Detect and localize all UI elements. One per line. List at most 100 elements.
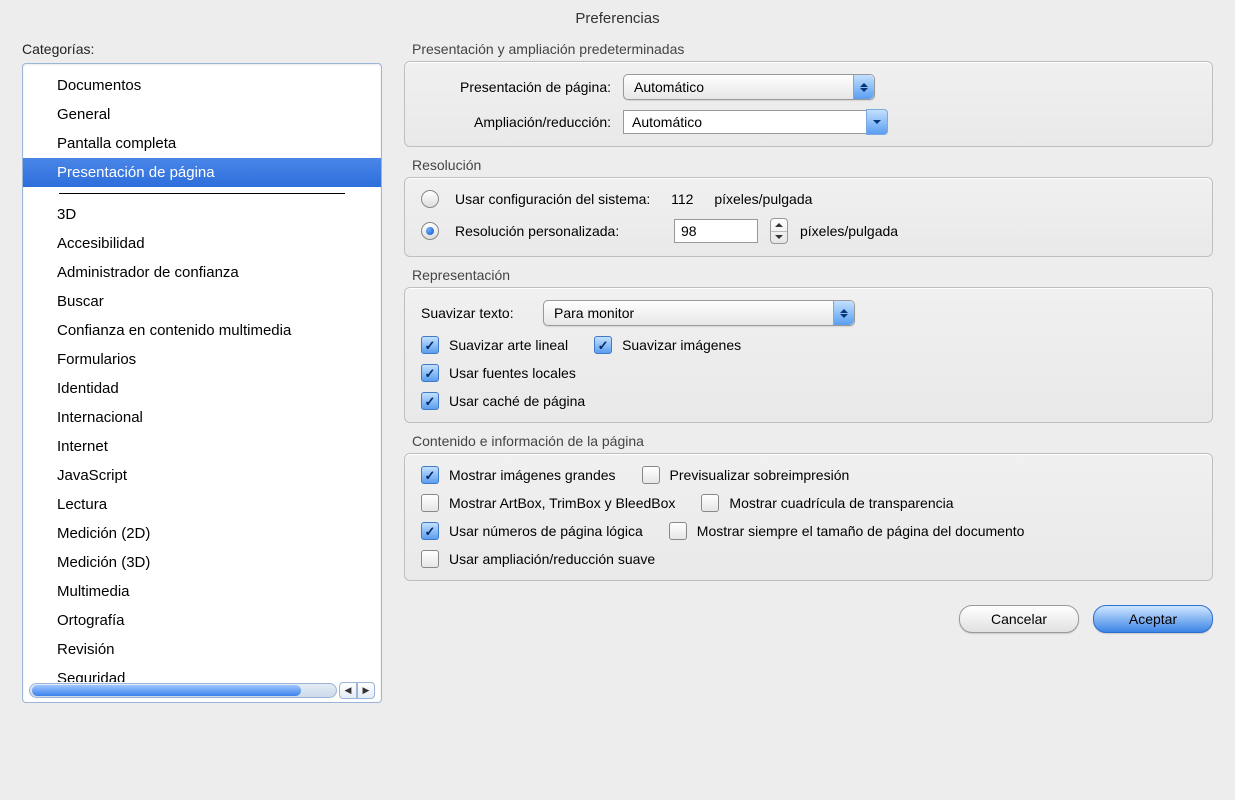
system-resolution-radio[interactable]	[421, 190, 439, 208]
overprint-label: Previsualizar sobreimpresión	[670, 467, 850, 483]
category-item[interactable]: Buscar	[23, 287, 381, 316]
large-images-label: Mostrar imágenes grandes	[449, 467, 616, 483]
page-cache-label: Usar caché de página	[449, 393, 585, 409]
chevron-down-icon	[866, 109, 888, 135]
smooth-text-popup[interactable]: Para monitor	[543, 300, 855, 326]
ok-button[interactable]: Aceptar	[1093, 605, 1213, 633]
page-layout-label: Presentación de página:	[421, 79, 611, 95]
default-layout-title: Presentación y ampliación predeterminada…	[412, 41, 1213, 57]
page-cache-option[interactable]: Usar caché de página	[421, 392, 585, 410]
rendering-group: Suavizar texto: Para monitor Suavizar ar…	[404, 287, 1213, 423]
category-separator	[59, 193, 345, 194]
categories-label: Categorías:	[22, 41, 382, 57]
smooth-zoom-label: Usar ampliación/reducción suave	[449, 551, 655, 567]
custom-resolution-label: Resolución personalizada:	[455, 223, 662, 239]
dialog-footer: Cancelar Aceptar	[404, 591, 1213, 633]
smooth-lineart-checkbox[interactable]	[421, 336, 439, 354]
overprint-checkbox[interactable]	[642, 466, 660, 484]
category-item[interactable]: 3D	[23, 200, 381, 229]
scrollbar-thumb[interactable]	[32, 685, 301, 696]
zoom-combo[interactable]	[623, 110, 888, 134]
categories-listbox[interactable]: DocumentosGeneralPantalla completaPresen…	[22, 63, 382, 703]
category-item[interactable]: Medición (3D)	[23, 548, 381, 577]
smooth-zoom-checkbox[interactable]	[421, 550, 439, 568]
smooth-zoom-option[interactable]: Usar ampliación/reducción suave	[421, 550, 655, 568]
custom-resolution-radio[interactable]	[421, 222, 439, 240]
stepper-down-icon[interactable]	[771, 232, 787, 244]
category-item[interactable]: Formularios	[23, 345, 381, 374]
boxes-label: Mostrar ArtBox, TrimBox y BleedBox	[449, 495, 675, 511]
custom-resolution-field[interactable]	[674, 219, 758, 243]
category-item[interactable]: Seguridad	[23, 664, 381, 682]
logical-pages-option[interactable]: Usar números de página lógica	[421, 522, 643, 540]
resolution-title: Resolución	[412, 157, 1213, 173]
category-item[interactable]: Accesibilidad	[23, 229, 381, 258]
local-fonts-option[interactable]: Usar fuentes locales	[421, 364, 576, 382]
logical-pages-label: Usar números de página lógica	[449, 523, 643, 539]
smooth-text-label: Suavizar texto:	[421, 305, 531, 321]
category-item[interactable]: Pantalla completa	[23, 129, 381, 158]
category-item[interactable]: Multimedia	[23, 577, 381, 606]
large-images-checkbox[interactable]	[421, 466, 439, 484]
category-item[interactable]: Lectura	[23, 490, 381, 519]
transparency-checkbox[interactable]	[701, 494, 719, 512]
category-item[interactable]: Documentos	[23, 71, 381, 100]
preferences-window: Preferencias Categorías: DocumentosGener…	[0, 0, 1235, 800]
category-item[interactable]: General	[23, 100, 381, 129]
scroll-left-icon[interactable]: ◀	[339, 682, 357, 699]
page-info-title: Contenido e información de la página	[412, 433, 1213, 449]
zoom-label: Ampliación/reducción:	[421, 114, 611, 130]
zoom-input[interactable]	[623, 110, 866, 134]
settings-panel: Presentación y ampliación predeterminada…	[404, 41, 1213, 703]
page-layout-popup[interactable]: Automático	[623, 74, 875, 100]
smooth-images-option[interactable]: Suavizar imágenes	[594, 336, 741, 354]
window-title: Preferencias	[22, 0, 1213, 41]
scrollbar-track[interactable]	[29, 683, 337, 698]
category-item[interactable]: Confianza en contenido multimedia	[23, 316, 381, 345]
transparency-label: Mostrar cuadrícula de transparencia	[729, 495, 953, 511]
smooth-lineart-label: Suavizar arte lineal	[449, 337, 568, 353]
logical-pages-checkbox[interactable]	[421, 522, 439, 540]
content-area: Categorías: DocumentosGeneralPantalla co…	[22, 41, 1213, 703]
category-item[interactable]: Ortografía	[23, 606, 381, 635]
cancel-button[interactable]: Cancelar	[959, 605, 1079, 633]
custom-resolution-units: píxeles/pulgada	[800, 223, 898, 239]
rendering-title: Representación	[412, 267, 1213, 283]
resolution-group: Usar configuración del sistema: 112 píxe…	[404, 177, 1213, 257]
category-item[interactable]: Revisión	[23, 635, 381, 664]
category-item[interactable]: Presentación de página	[23, 158, 381, 187]
system-resolution-units: píxeles/pulgada	[714, 191, 812, 207]
local-fonts-label: Usar fuentes locales	[449, 365, 576, 381]
always-size-checkbox[interactable]	[669, 522, 687, 540]
always-size-option[interactable]: Mostrar siempre el tamaño de página del …	[669, 522, 1025, 540]
category-item[interactable]: Administrador de confianza	[23, 258, 381, 287]
resolution-stepper[interactable]	[770, 218, 788, 244]
smooth-text-value: Para monitor	[544, 305, 854, 321]
page-layout-value: Automático	[624, 79, 874, 95]
always-size-label: Mostrar siempre el tamaño de página del …	[697, 523, 1025, 539]
scroll-right-icon[interactable]: ▶	[357, 682, 375, 699]
category-item[interactable]: Internacional	[23, 403, 381, 432]
page-info-group: Mostrar imágenes grandes Previsualizar s…	[404, 453, 1213, 581]
category-item[interactable]: Identidad	[23, 374, 381, 403]
boxes-checkbox[interactable]	[421, 494, 439, 512]
default-layout-group: Presentación de página: Automático Ampli…	[404, 61, 1213, 147]
boxes-option[interactable]: Mostrar ArtBox, TrimBox y BleedBox	[421, 494, 675, 512]
large-images-option[interactable]: Mostrar imágenes grandes	[421, 466, 616, 484]
horizontal-scrollbar[interactable]: ◀ ▶	[29, 683, 375, 698]
smooth-images-checkbox[interactable]	[594, 336, 612, 354]
chevron-updown-icon	[853, 75, 874, 99]
local-fonts-checkbox[interactable]	[421, 364, 439, 382]
stepper-up-icon[interactable]	[771, 219, 787, 232]
system-resolution-value: 112	[662, 191, 702, 207]
category-item[interactable]: Medición (2D)	[23, 519, 381, 548]
category-item[interactable]: JavaScript	[23, 461, 381, 490]
category-item[interactable]: Internet	[23, 432, 381, 461]
overprint-option[interactable]: Previsualizar sobreimpresión	[642, 466, 850, 484]
transparency-option[interactable]: Mostrar cuadrícula de transparencia	[701, 494, 953, 512]
page-cache-checkbox[interactable]	[421, 392, 439, 410]
categories-panel: Categorías: DocumentosGeneralPantalla co…	[22, 41, 382, 703]
smooth-images-label: Suavizar imágenes	[622, 337, 741, 353]
smooth-lineart-option[interactable]: Suavizar arte lineal	[421, 336, 568, 354]
chevron-updown-icon	[833, 301, 854, 325]
